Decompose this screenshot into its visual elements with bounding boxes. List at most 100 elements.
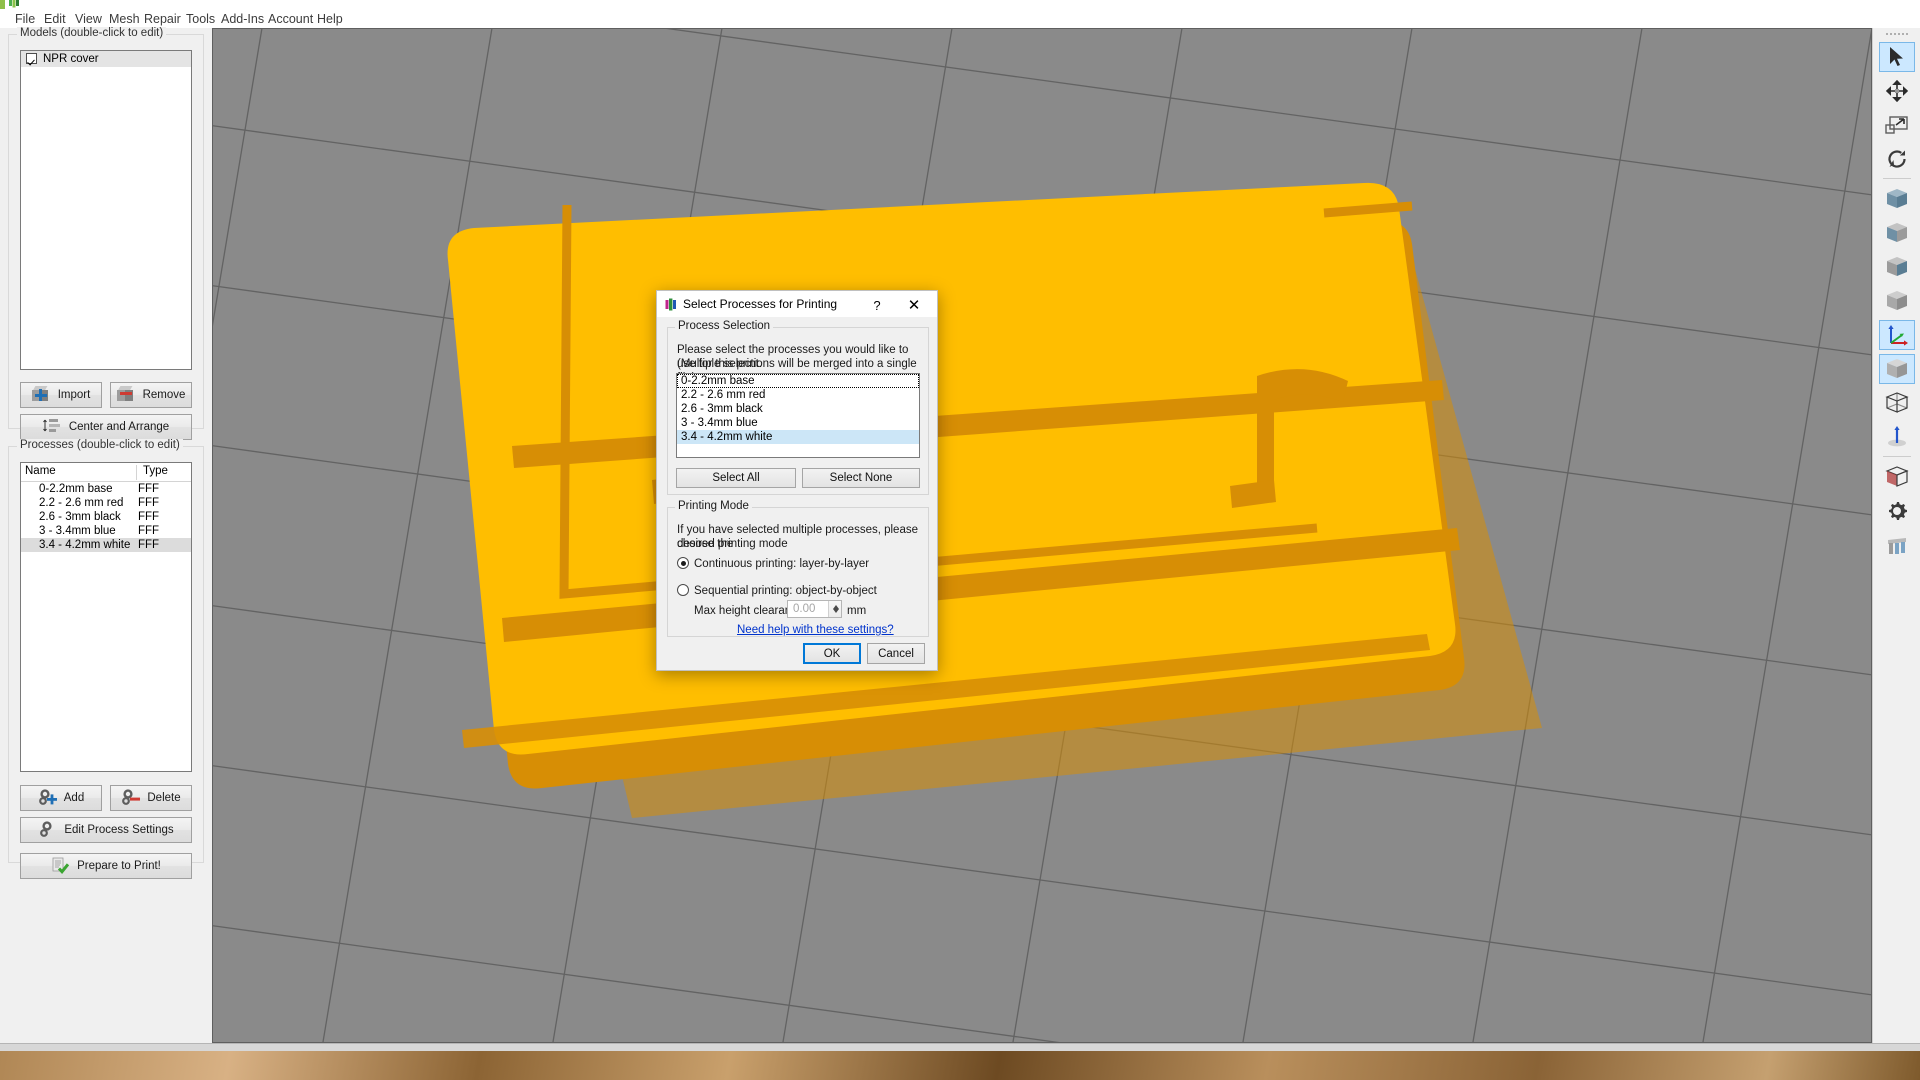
3d-viewport[interactable] <box>212 28 1872 1043</box>
center-arrange-icon <box>42 418 63 436</box>
settings-gear-tool[interactable] <box>1879 496 1915 526</box>
continuous-printing-label: Continuous printing: layer-by-layer <box>694 558 870 570</box>
menu-item-edit[interactable]: Edit <box>40 11 70 27</box>
import-button-label: Import <box>57 389 91 401</box>
move-arrows-icon <box>1886 80 1908 102</box>
cube-iso-icon <box>1887 257 1907 276</box>
dialog-title-text: Select Processes for Printing <box>683 297 838 311</box>
cutaway-view-tool[interactable] <box>1879 462 1915 492</box>
remove-button-label: Remove <box>142 389 186 401</box>
select-none-label: Select None <box>829 472 893 484</box>
section-plane-icon <box>1888 426 1906 447</box>
left-dock-panel: Models (double-click to edit) NPR cover … <box>0 27 212 1043</box>
menu-item-file[interactable]: File <box>11 11 39 27</box>
process-table-row[interactable]: 3.4 - 4.2mm white FFF <box>21 538 191 552</box>
ok-button[interactable]: OK <box>803 643 861 664</box>
window-left-edge-accent <box>0 0 5 9</box>
menu-item-mesh[interactable]: Mesh <box>105 11 144 27</box>
menu-item-view[interactable]: View <box>71 11 106 27</box>
model-list-item[interactable]: NPR cover <box>21 51 191 67</box>
menu-item-help[interactable]: Help <box>313 11 347 27</box>
toolbar-grip-handle[interactable] <box>1885 31 1909 37</box>
prepare-print-icon <box>51 857 71 875</box>
import-button[interactable]: Import <box>20 382 102 408</box>
edit-process-settings-button[interactable]: Edit Process Settings <box>20 817 192 843</box>
continuous-printing-radio[interactable]: Continuous printing: layer-by-layer <box>677 557 869 571</box>
processes-col-name: Name <box>25 465 56 477</box>
menu-item-tools[interactable]: Tools <box>182 11 219 27</box>
processes-group-title: Processes (double-click to edit) <box>17 439 183 451</box>
cross-section-tool[interactable] <box>1879 422 1915 452</box>
process-selection-listbox[interactable]: 0-2.2mm base 2.2 - 2.6 mm red 2.6 - 3mm bl… <box>676 373 920 458</box>
axes-origin-tool[interactable] <box>1879 320 1915 350</box>
add-process-button[interactable]: Add <box>20 785 102 811</box>
printing-mode-instruction-2: desired printing mode <box>677 538 788 550</box>
spinner-down-arrow-icon[interactable] <box>832 609 839 613</box>
process-selection-item[interactable]: 2.2 - 2.6 mm red <box>677 388 919 402</box>
wireframe-view-cube[interactable] <box>1879 388 1915 418</box>
process-row-type: FFF <box>138 483 160 495</box>
model-checkbox[interactable] <box>26 53 37 64</box>
toolbar-divider-2 <box>1883 456 1911 457</box>
view-back-cube[interactable] <box>1879 286 1915 316</box>
desktop-bottom-strip <box>0 1043 1920 1080</box>
right-toolbar <box>1872 28 1920 1043</box>
dialog-close-button[interactable]: ✕ <box>897 294 931 316</box>
processes-table-header: Name Type <box>21 463 191 482</box>
select-none-button[interactable]: Select None <box>802 468 920 488</box>
process-selection-item[interactable]: 0-2.2mm base <box>677 374 919 388</box>
process-selection-item[interactable]: 3.4 - 4.2mm white <box>677 430 919 444</box>
menu-item-repair[interactable]: Repair <box>140 11 185 27</box>
remove-button[interactable]: Remove <box>110 382 192 408</box>
delete-process-button[interactable]: Delete <box>110 785 192 811</box>
sequential-printing-radio[interactable]: Sequential printing: object-by-object <box>677 584 877 598</box>
process-table-row[interactable]: 3 - 3.4mm blue FFF <box>21 524 191 538</box>
model-main-plate <box>447 182 1456 755</box>
process-selection-item[interactable]: 2.6 - 3mm black <box>677 402 919 416</box>
dialog-app-icon <box>665 298 676 311</box>
import-icon <box>31 386 52 404</box>
processes-table[interactable]: Name Type 0-2.2mm base FFF 2.2 - 2.6 mm re… <box>20 462 192 772</box>
process-selection-item[interactable]: 3 - 3.4mm blue <box>677 416 919 430</box>
ok-button-label: OK <box>823 647 841 660</box>
model-label: NPR cover <box>43 53 99 65</box>
center-and-arrange-label: Center and Arrange <box>68 421 170 433</box>
cancel-button[interactable]: Cancel <box>867 643 925 664</box>
sequential-printing-label: Sequential printing: object-by-object <box>694 585 877 597</box>
move-tool[interactable] <box>1879 76 1915 106</box>
view-side-cube[interactable] <box>1879 218 1915 248</box>
rotate-tool[interactable] <box>1879 144 1915 174</box>
max-height-clearance-input[interactable]: 0.00 <box>787 600 842 618</box>
remove-icon <box>116 386 137 404</box>
process-row-name: 2.6 - 3mm black <box>39 511 121 523</box>
process-table-row[interactable]: 0-2.2mm base FFF <box>21 482 191 496</box>
menu-item-account[interactable]: Account <box>264 11 317 27</box>
menu-bar: File Edit View Mesh Repair Tools Add-Ins Accoun… <box>0 9 1920 28</box>
models-list[interactable]: NPR cover <box>20 50 192 370</box>
window-title-bar <box>0 0 1920 9</box>
add-gear-icon <box>38 789 58 807</box>
radio-knob-continuous <box>677 557 689 569</box>
menu-item-add-ins[interactable]: Add-Ins <box>217 11 268 27</box>
need-help-link[interactable]: Need help with these settings? <box>737 624 894 636</box>
supports-tool[interactable] <box>1879 530 1915 560</box>
cube-wireframe-icon <box>1885 392 1909 413</box>
scale-tool[interactable] <box>1879 110 1915 140</box>
process-row-name: 3.4 - 4.2mm white <box>39 539 131 551</box>
cube-front-icon <box>1887 189 1907 208</box>
dialog-help-button[interactable]: ? <box>863 294 891 316</box>
prepare-to-print-button[interactable]: Prepare to Print! <box>20 853 192 879</box>
process-table-row[interactable]: 2.2 - 2.6 mm red FFF <box>21 496 191 510</box>
view-front-cube[interactable] <box>1879 184 1915 214</box>
max-height-clearance-units: mm <box>847 605 867 617</box>
max-height-clearance-spinner[interactable] <box>828 601 841 617</box>
select-all-button[interactable]: Select All <box>676 468 796 488</box>
process-table-row[interactable]: 2.6 - 3mm black FFF <box>21 510 191 524</box>
processes-col-divider <box>136 465 137 480</box>
cube-side-icon <box>1887 223 1907 242</box>
solid-view-cube[interactable] <box>1879 354 1915 384</box>
center-and-arrange-button[interactable]: Center and Arrange <box>20 414 192 440</box>
processes-row-container: 0-2.2mm base FFF 2.2 - 2.6 mm red FFF 2.6 - … <box>21 482 191 552</box>
select-arrow-tool[interactable] <box>1879 42 1915 72</box>
view-iso-cube[interactable] <box>1879 252 1915 282</box>
